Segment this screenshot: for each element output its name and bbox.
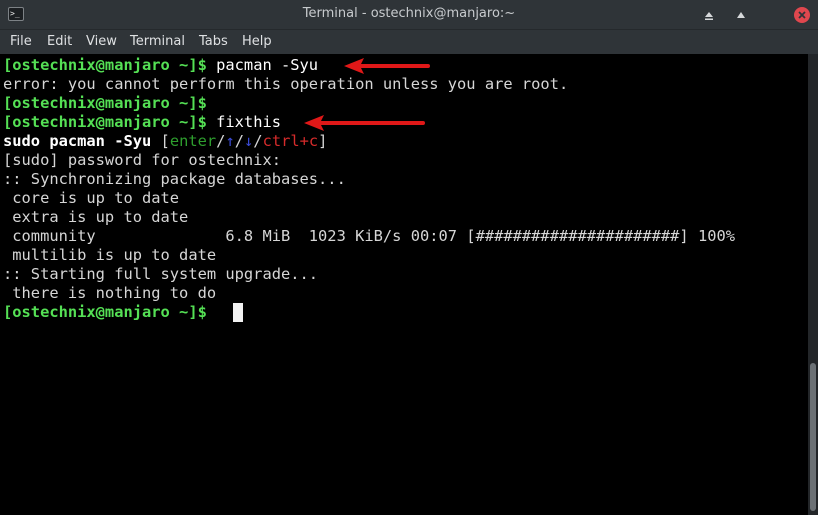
window-title: Terminal - ostechnix@manjaro:~: [302, 6, 516, 21]
terminal-line: [sudo] password for ostechnix:: [3, 151, 281, 169]
hint-up: ↑: [225, 132, 235, 150]
terminal-line: extra is up to date: [3, 208, 189, 226]
hint-separator: /: [234, 132, 244, 150]
terminal-line: multilib is up to date: [3, 246, 217, 264]
hint-down: ↓: [244, 132, 254, 150]
prompt: [ostechnix@manjaro ~]$: [3, 113, 207, 131]
prompt: [ostechnix@manjaro ~]$: [3, 303, 207, 321]
menu-view[interactable]: View: [86, 34, 117, 49]
close-icon[interactable]: [794, 7, 810, 23]
hint-ctrlc: ctrl+c: [262, 132, 319, 150]
hint-enter: enter: [169, 132, 217, 150]
terminal-line: there is nothing to do: [3, 284, 217, 302]
menu-tabs[interactable]: Tabs: [199, 34, 228, 49]
hint-bracket: [: [151, 132, 170, 150]
menu-edit[interactable]: Edit: [47, 34, 72, 49]
hint-bracket: ]: [318, 132, 328, 150]
menu-help[interactable]: Help: [242, 34, 272, 49]
terminal-line: community 6.8 MiB 1023 KiB/s 00:07 [####…: [3, 227, 736, 245]
suggested-command: sudo pacman -Syu: [3, 132, 152, 150]
annotation-arrow-icon: [344, 58, 430, 74]
menu-bar: File Edit View Terminal Tabs Help: [0, 30, 818, 54]
terminal-line: :: Starting full system upgrade...: [3, 265, 319, 283]
terminal-line: [ostechnix@manjaro ~]$ pacman -Syu: [3, 56, 318, 75]
maximize-icon[interactable]: [733, 7, 749, 23]
menu-file[interactable]: File: [10, 34, 32, 49]
minimize-icon[interactable]: [701, 7, 717, 23]
terminal-line: error: you cannot perform this operation…: [3, 75, 569, 93]
command-text: fixthis: [206, 113, 281, 131]
hint-separator: /: [253, 132, 263, 150]
terminal-line: sudo pacman -Syu [enter/↑/↓/ctrl+c]: [3, 132, 327, 151]
terminal-line: core is up to date: [3, 189, 180, 207]
terminal-line: :: Synchronizing package databases...: [3, 170, 346, 188]
terminal-line: [ostechnix@manjaro ~]$ fixthis: [3, 113, 281, 132]
text-cursor: [233, 303, 243, 322]
scrollbar[interactable]: [808, 54, 818, 515]
command-text: pacman -Syu: [206, 56, 319, 74]
prompt: [ostechnix@manjaro ~]$: [3, 56, 207, 74]
terminal-line: [ostechnix@manjaro ~]$: [3, 94, 207, 113]
menu-terminal[interactable]: Terminal: [130, 34, 185, 49]
scrollbar-thumb[interactable]: [810, 363, 816, 511]
annotation-arrow-icon: [304, 115, 425, 131]
terminal-line: [ostechnix@manjaro ~]$: [3, 303, 207, 322]
prompt: [ostechnix@manjaro ~]$: [3, 94, 207, 112]
title-bar: >_ Terminal - ostechnix@manjaro:~: [0, 0, 818, 30]
